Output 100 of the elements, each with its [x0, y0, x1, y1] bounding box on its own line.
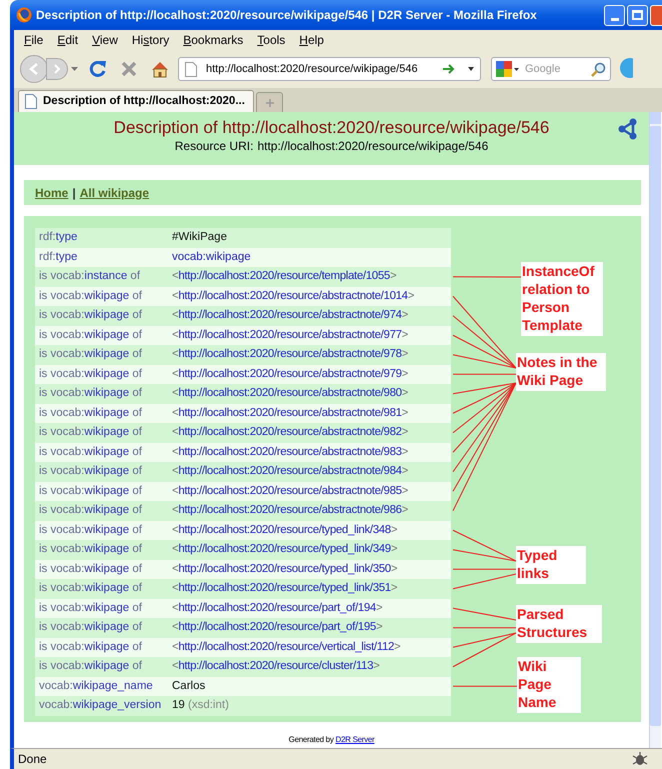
share-icon[interactable] — [618, 118, 638, 140]
footer-text: Generated by — [288, 734, 334, 746]
resource-link[interactable]: <http://localhost:2020/resource/abstractnote/980> — [172, 387, 408, 400]
property-cell-text: is vocab:wikipage of — [38, 659, 143, 674]
property-cell-text: is vocab:wikipage of — [38, 503, 143, 518]
breadcrumb-link[interactable]: Home — [35, 184, 68, 202]
search-icon[interactable] — [591, 62, 606, 76]
browser-tab[interactable]: Description of http://localhost:2020... — [18, 90, 254, 112]
search-input[interactable]: Google — [525, 60, 591, 78]
property-cell-text: vocab:wikipage_version — [38, 698, 162, 714]
menu-item[interactable]: Edit — [51, 31, 84, 49]
leader-line — [452, 374, 516, 375]
go-arrow-icon[interactable] — [443, 64, 456, 74]
menu-item[interactable]: File — [18, 31, 50, 49]
property-cell-text: is vocab:wikipage of — [38, 542, 143, 558]
page-icon — [185, 62, 197, 76]
status-text: Done — [18, 751, 47, 768]
reload-icon[interactable] — [89, 60, 107, 78]
firefox-icon — [16, 7, 32, 23]
annotation-label: Notes in the Wiki Page — [516, 353, 606, 391]
menu-item[interactable]: Tools — [251, 31, 292, 49]
annotation-label: Typed links — [516, 546, 586, 584]
chevron-left-icon — [29, 63, 39, 75]
leader-line — [452, 686, 518, 687]
leader-line — [452, 276, 522, 278]
annotation-label: InstanceOf relation to Person Template — [521, 262, 603, 336]
maximize-button[interactable] — [627, 4, 648, 26]
value-cell-text: 19 (xsd:int) — [171, 698, 230, 714]
property-cell-text: is vocab:wikipage of — [38, 347, 143, 362]
property-cell-text: is vocab:wikipage of — [38, 308, 143, 324]
property-cell-text: is vocab:wikipage of — [38, 425, 143, 440]
menu-item[interactable]: Help — [293, 31, 330, 49]
resource-link[interactable]: <http://localhost:2020/resource/template/1055> — [172, 270, 396, 282]
resource-link[interactable]: <http://localhost:2020/resource/abstractnote/1014> — [172, 290, 414, 302]
property-cell-text: is vocab:wikipage of — [38, 406, 143, 421]
back-button[interactable] — [20, 55, 48, 83]
forward-button[interactable] — [46, 58, 68, 80]
leader-line — [452, 568, 516, 570]
footer-link[interactable]: D2R Server — [336, 734, 374, 746]
stop-icon[interactable] — [121, 61, 137, 77]
search-field[interactable]: Google — [491, 57, 611, 81]
resource-link[interactable]: <http://localhost:2020/resource/abstractnote/979> — [172, 368, 408, 380]
page-title: Description of http://localhost:2020/resource/wikipage/546 — [114, 117, 550, 139]
dropdown-caret-icon[interactable] — [468, 67, 474, 71]
resource-link[interactable]: <http://localhost:2020/resource/abstractnote/974> — [172, 309, 408, 322]
bug-icon — [632, 751, 648, 767]
dropdown-caret-icon[interactable] — [514, 68, 519, 70]
resource-link[interactable]: <http://localhost:2020/resource/vertical_list/112> — [172, 640, 400, 653]
property-cell-text: is vocab:wikipage of — [38, 640, 143, 655]
property-cell-text: is vocab:wikipage of — [38, 581, 143, 596]
window-title: Description of http://localhost:2020/resource/wikipage/546 | D2R Server - Mozilla Firefox — [36, 7, 537, 24]
resource-link[interactable]: <http://localhost:2020/resource/cluster/113> — [172, 660, 380, 672]
property-cell-text: is vocab:wikipage of — [38, 366, 143, 382]
property-cell-text: is vocab:wikipage of — [38, 288, 143, 304]
property-cell-text: is vocab:wikipage of — [38, 328, 143, 343]
resource-link[interactable]: <http://localhost:2020/resource/typed_link/349> — [172, 543, 398, 556]
home-icon[interactable] — [151, 60, 169, 78]
menu-item[interactable]: Bookmarks — [177, 31, 250, 49]
resource-link[interactable]: vocab:wikipage — [172, 250, 251, 263]
property-cell-text: is vocab:wikipage of — [38, 444, 143, 460]
resource-link[interactable]: <http://localhost:2020/resource/abstractnote/978> — [172, 348, 408, 360]
resource-link[interactable]: <http://localhost:2020/resource/typed_link/348> — [172, 524, 398, 536]
annotation-label: Wiki Page Name — [517, 657, 581, 713]
annotation-label: Parsed Structures — [516, 605, 602, 643]
resource-link[interactable]: <http://localhost:2020/resource/abstractnote/977> — [172, 328, 408, 341]
resource-link[interactable]: <http://localhost:2020/resource/typed_link/351> — [172, 582, 398, 594]
resource-link[interactable]: <http://localhost:2020/resource/abstractnote/986> — [172, 504, 408, 516]
resource-uri-label: Resource URI: — [174, 139, 254, 153]
resource-uri: http://localhost:2020/resource/wikipage/546 — [257, 139, 488, 153]
scrollbar[interactable] — [649, 112, 661, 748]
breadcrumb-link[interactable]: All wikipage — [80, 184, 150, 202]
breadcrumb-separator: | — [72, 184, 76, 202]
url-text: http://localhost:2020/resource/wikipage/546 — [206, 62, 418, 77]
resource-link[interactable]: <http://localhost:2020/resource/part_of/195> — [172, 621, 382, 634]
property-cell-text: is vocab:wikipage of — [38, 522, 143, 538]
resource-link[interactable]: <http://localhost:2020/resource/abstractnote/984> — [172, 465, 408, 478]
resource-link[interactable]: <http://localhost:2020/resource/abstractnote/982> — [172, 426, 408, 438]
page-icon — [25, 94, 37, 109]
resource-link[interactable]: <http://localhost:2020/resource/abstractnote/981> — [172, 406, 408, 419]
leader-line — [452, 608, 516, 620]
property-cell-text: is vocab:wikipage of — [38, 484, 143, 499]
resource-link[interactable]: <http://localhost:2020/resource/abstractnote/985> — [172, 484, 408, 497]
resource-link[interactable]: <http://localhost:2020/resource/typed_link/350> — [172, 562, 398, 575]
property-cell-text: is vocab:wikipage of — [38, 386, 143, 402]
plus-icon — [266, 98, 274, 106]
leader-line — [452, 574, 516, 590]
minimize-button[interactable] — [604, 4, 625, 26]
menu-item[interactable]: History — [126, 31, 176, 49]
menu-item[interactable]: View — [86, 31, 124, 49]
property-cell-text: vocab:wikipage_name — [38, 678, 154, 694]
value-cell-text: #WikiPage — [171, 230, 228, 246]
chevron-right-icon — [53, 64, 61, 74]
close-button[interactable] — [650, 4, 662, 26]
resource-link[interactable]: <http://localhost:2020/resource/part_of/194> — [172, 602, 382, 614]
resource-link[interactable]: <http://localhost:2020/resource/abstractnote/983> — [172, 446, 408, 458]
property-cell-text: rdf:type — [38, 250, 78, 265]
property-cell-text: is vocab:instance of — [38, 269, 142, 284]
property-cell-text: is vocab:wikipage of — [38, 620, 143, 636]
property-cell-text: is vocab:wikipage of — [38, 464, 143, 480]
url-field[interactable]: http://localhost:2020/resource/wikipage/546 — [178, 57, 481, 81]
